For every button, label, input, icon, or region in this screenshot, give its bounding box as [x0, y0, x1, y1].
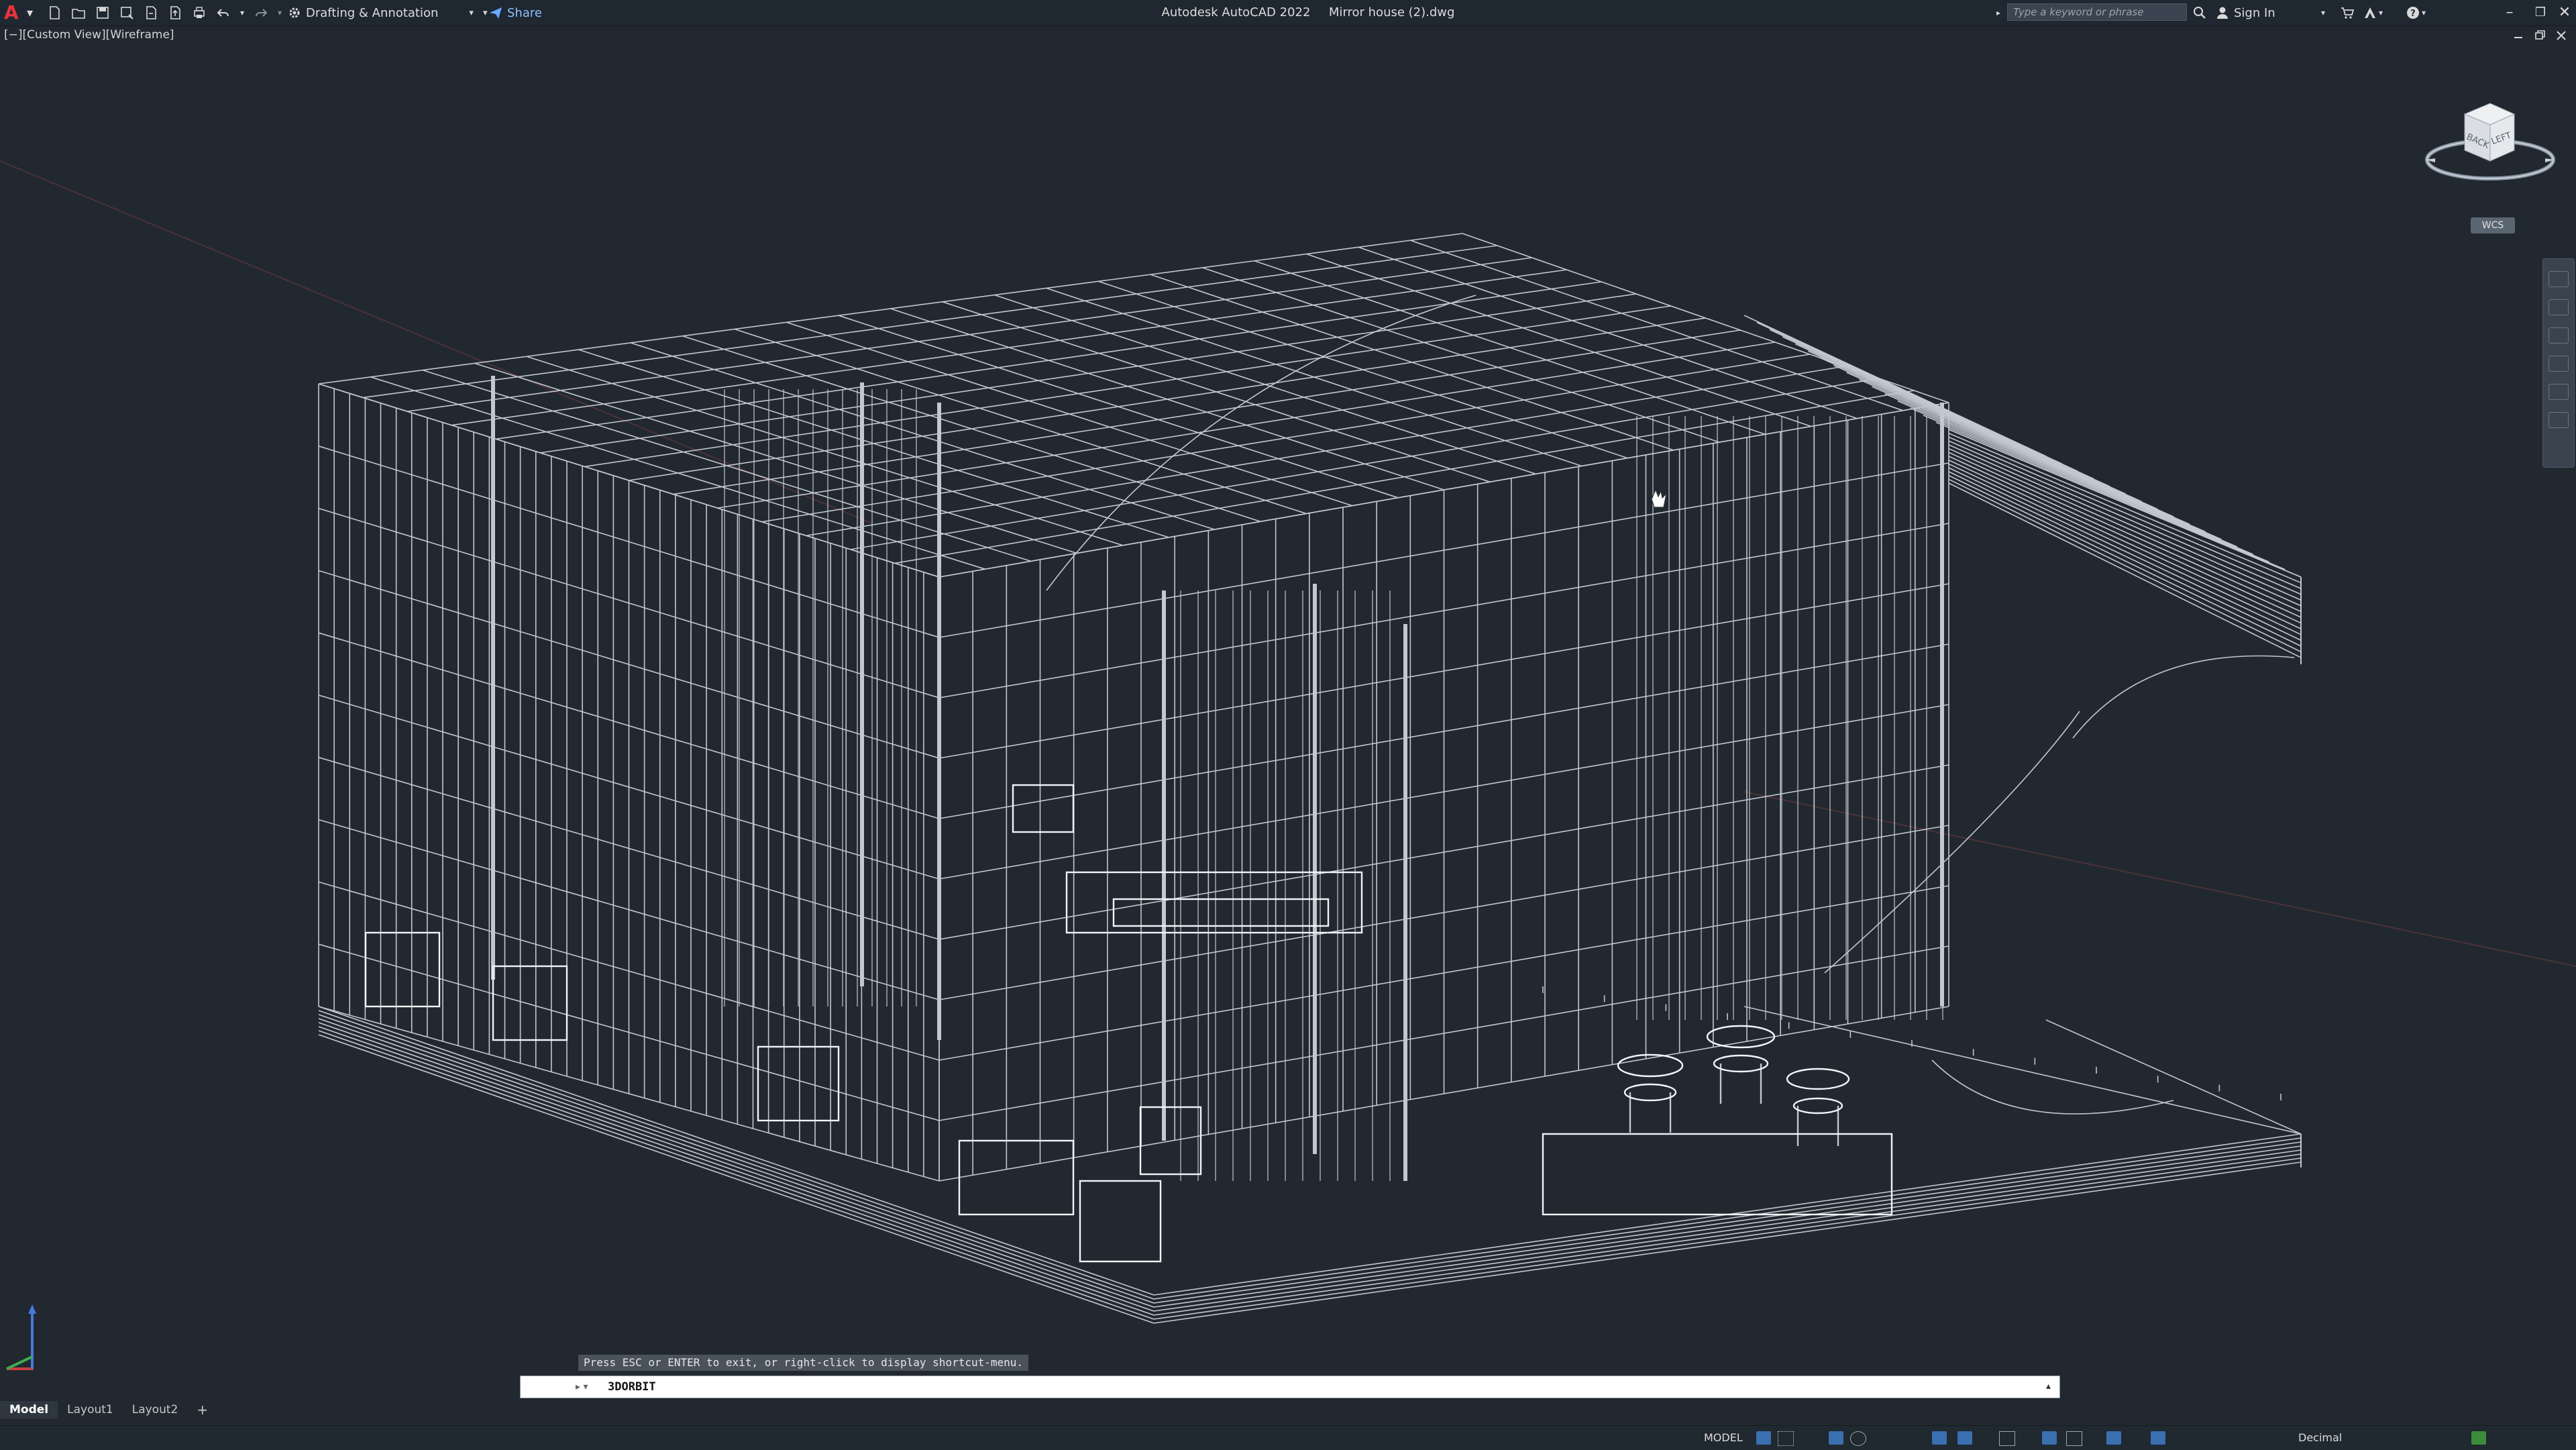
open-icon[interactable] — [71, 5, 86, 20]
undo-dropdown-arrow[interactable]: ▾ — [240, 8, 244, 17]
search-expand-arrow[interactable]: ▸ — [1996, 4, 2000, 21]
isolate-objects-icon[interactable] — [2442, 1431, 2457, 1445]
steering-wheel-icon[interactable] — [2548, 271, 2569, 287]
units-selector[interactable]: Decimal — [2298, 1430, 2342, 1446]
status-bar: MODEL Decimal — [0, 1425, 2576, 1450]
object-snap-tracking-icon[interactable] — [1932, 1431, 1947, 1445]
user-icon — [2215, 5, 2230, 20]
open-from-web-icon[interactable] — [144, 5, 158, 20]
annotation-visibility-icon[interactable] — [2151, 1431, 2165, 1445]
app-menu-arrow[interactable]: ▾ — [27, 4, 33, 21]
clean-screen-icon[interactable] — [2509, 1431, 2524, 1445]
ucs-badge-label: WCS — [2481, 220, 2504, 231]
ucs-menu-button[interactable]: WCS — [2471, 217, 2515, 234]
customize-qat-arrow[interactable]: ▾ — [483, 8, 488, 18]
units-icon — [2275, 1431, 2290, 1445]
search-box[interactable] — [2007, 3, 2187, 21]
workspace-gear-icon[interactable] — [2204, 1431, 2219, 1445]
customization-menu-icon[interactable] — [2555, 1431, 2569, 1445]
showmotion-icon[interactable] — [2548, 384, 2569, 400]
search-button[interactable] — [2192, 4, 2207, 21]
ucs-icon — [6, 1304, 36, 1370]
a360-dropdown-arrow[interactable]: ▾ — [2379, 8, 2383, 17]
autodesk-account-button[interactable]: ▾ — [2363, 4, 2383, 21]
document-name: Mirror house (2).dwg — [1328, 5, 1455, 19]
snap-icon[interactable] — [1778, 1431, 1794, 1446]
tab-layout1[interactable]: Layout1 — [58, 1401, 123, 1418]
workspace-switcher[interactable]: Drafting & Annotation ▾ ▾ — [287, 4, 487, 21]
search-input[interactable] — [2008, 4, 2186, 20]
dynamic-ucs-icon[interactable] — [2106, 1431, 2121, 1445]
search-icon — [2192, 5, 2207, 20]
graphics-performance-icon[interactable] — [2471, 1431, 2486, 1445]
cart-icon — [2340, 5, 2355, 20]
orbit-icon[interactable] — [2548, 356, 2569, 372]
autocad-logo-icon[interactable]: A — [4, 3, 23, 23]
isodraft-icon[interactable] — [1892, 1431, 1907, 1445]
workspace-label: Drafting & Annotation — [306, 5, 439, 20]
orbit-cursor-icon — [1651, 488, 1667, 508]
furniture-wireframe — [364, 784, 1893, 1263]
lock-ui-icon[interactable] — [2402, 1431, 2416, 1445]
sign-in-button[interactable]: Sign In — [2215, 4, 2275, 21]
close-button[interactable]: ✕ — [2553, 3, 2576, 23]
object-snap-icon[interactable] — [1957, 1431, 1972, 1445]
redo-icon[interactable] — [254, 5, 268, 20]
help-dropdown-arrow[interactable]: ▾ — [2422, 8, 2426, 17]
add-layout-button[interactable]: + — [187, 1401, 217, 1418]
plot-icon[interactable] — [192, 5, 207, 20]
quick-properties-icon[interactable] — [2375, 1431, 2390, 1445]
annotation-scale-icon[interactable] — [2174, 1431, 2188, 1445]
paper-plane-icon — [488, 5, 503, 20]
help-button[interactable]: ? ▾ — [2406, 4, 2426, 21]
navbar-customize-icon[interactable] — [2548, 412, 2569, 428]
minimize-button[interactable]: – — [2498, 3, 2521, 23]
layout-tabs: Model Layout1 Layout2 + — [0, 1401, 217, 1418]
command-input[interactable] — [572, 1377, 2047, 1397]
sign-in-label: Sign In — [2234, 5, 2275, 20]
gear-icon — [287, 5, 302, 20]
command-history-toggle[interactable]: ▴ — [2046, 1381, 2051, 1392]
window-title: Autodesk AutoCAD 2022 Mirror house (2).d… — [1073, 5, 1543, 19]
annotation-monitor-icon[interactable] — [2247, 1431, 2262, 1445]
3d-object-snap-icon[interactable] — [2066, 1431, 2082, 1446]
share-label: Share — [507, 5, 542, 20]
sign-in-dropdown-arrow[interactable]: ▾ — [2321, 4, 2325, 21]
model-space-canvas[interactable] — [0, 25, 2576, 1394]
lineweight-icon[interactable] — [1999, 1431, 2015, 1446]
undo-icon[interactable] — [216, 5, 231, 20]
command-hint: Press ESC or ENTER to exit, or right-cli… — [578, 1355, 1029, 1371]
save-to-web-icon[interactable] — [168, 5, 182, 20]
tab-layout2[interactable]: Layout2 — [123, 1401, 188, 1418]
title-bar: A ▾ ▾ ▾ Drafting & Annotation ▾ ▾ Share … — [0, 0, 2576, 26]
mirror-house-wireframe — [318, 233, 2302, 1324]
autodesk-app-store-button[interactable] — [2340, 4, 2355, 21]
new-icon[interactable] — [47, 5, 62, 20]
save-as-icon[interactable] — [119, 5, 134, 20]
selection-cycling-icon[interactable] — [2042, 1431, 2057, 1445]
workspace-dropdown-arrow[interactable]: ▾ — [469, 8, 474, 18]
maximize-button[interactable]: ❐ — [2529, 3, 2552, 23]
redo-dropdown-arrow[interactable]: ▾ — [278, 8, 282, 17]
tab-model[interactable]: Model — [0, 1401, 58, 1418]
pan-icon[interactable] — [2548, 299, 2569, 315]
navigation-bar — [2542, 258, 2575, 468]
grid-icon[interactable] — [1756, 1431, 1771, 1445]
a360-icon — [2363, 5, 2377, 20]
quick-access-toolbar: ▾ ▾ — [47, 4, 282, 21]
model-space-toggle[interactable]: MODEL — [1704, 1430, 1743, 1446]
share-button[interactable]: Share — [488, 4, 542, 21]
zoom-extents-icon[interactable] — [2548, 327, 2569, 344]
app-name: Autodesk AutoCAD 2022 — [1161, 5, 1311, 19]
polar-tracking-icon[interactable] — [1850, 1431, 1866, 1446]
svg-text:?: ? — [2410, 9, 2416, 19]
ortho-icon[interactable] — [1829, 1431, 1843, 1445]
help-icon: ? — [2406, 5, 2420, 20]
viewcube[interactable]: BACK LEFT — [2423, 94, 2557, 188]
save-icon[interactable] — [95, 5, 110, 20]
